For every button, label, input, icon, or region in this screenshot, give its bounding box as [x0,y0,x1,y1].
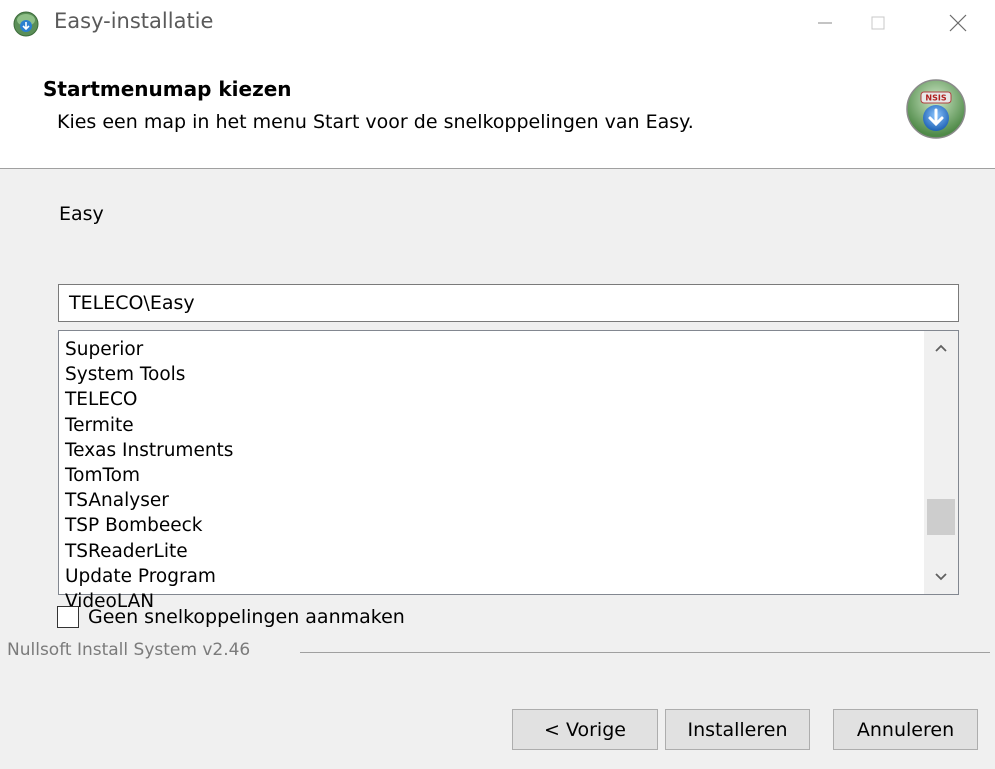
list-item[interactable]: TSAnalyser [65,488,233,513]
install-button[interactable]: Installeren [665,709,810,750]
close-icon [949,14,967,32]
app-icon [13,11,39,37]
nsis-installer-icon: NSIS [905,78,967,140]
scroll-down-button[interactable] [924,560,958,594]
list-item[interactable]: Update Program [65,564,233,589]
svg-text:NSIS: NSIS [925,94,946,103]
list-item[interactable]: Termite [65,413,233,438]
start-menu-folder-input[interactable]: TELECO\Easy [58,284,959,322]
scroll-up-button[interactable] [924,331,958,365]
no-shortcuts-option[interactable]: Geen snelkoppelingen aanmaken [57,604,405,630]
page-title: Startmenumap kiezen [43,77,292,101]
folder-list-items: Superior System Tools TELECO Termite Texas I… [65,337,233,614]
list-scrollbar[interactable] [924,331,958,594]
close-button[interactable] [930,0,986,46]
branding-text: Nullsoft Install System v2.46 [7,640,257,660]
scroll-thumb[interactable] [927,498,955,535]
back-button[interactable]: < Vorige [512,709,658,750]
minimize-button[interactable] [797,0,853,46]
page-header: Startmenumap kiezen Kies een map in het … [0,52,995,169]
branding: Nullsoft Install System v2.46 [0,640,995,662]
chevron-up-icon [935,344,947,352]
list-item[interactable]: System Tools [65,362,233,387]
cancel-button[interactable]: Annuleren [833,709,978,750]
no-shortcuts-checkbox[interactable] [57,606,79,628]
folder-description: Easy [59,203,104,225]
installer-window: Easy-installatie Startmenumap kiezen Kie… [0,0,995,769]
list-item[interactable]: TSReaderLite [65,539,233,564]
page-subtitle: Kies een map in het menu Start voor de s… [57,111,694,133]
list-item[interactable]: Superior [65,337,233,362]
maximize-button[interactable] [850,0,906,46]
branding-divider [300,652,990,653]
start-menu-folder-list[interactable]: Superior System Tools TELECO Termite Texas I… [58,330,959,612]
list-item[interactable]: TELECO [65,387,233,412]
list-item[interactable]: TomTom [65,463,233,488]
title-bar: Easy-installatie [0,0,995,52]
window-title: Easy-installatie [54,9,214,33]
list-item[interactable]: TSP Bombeeck [65,513,233,538]
list-item[interactable]: Texas Instruments [65,438,233,463]
minimize-icon [818,22,832,24]
chevron-down-icon [935,573,947,581]
no-shortcuts-label: Geen snelkoppelingen aanmaken [88,606,405,628]
maximize-icon [871,16,885,30]
